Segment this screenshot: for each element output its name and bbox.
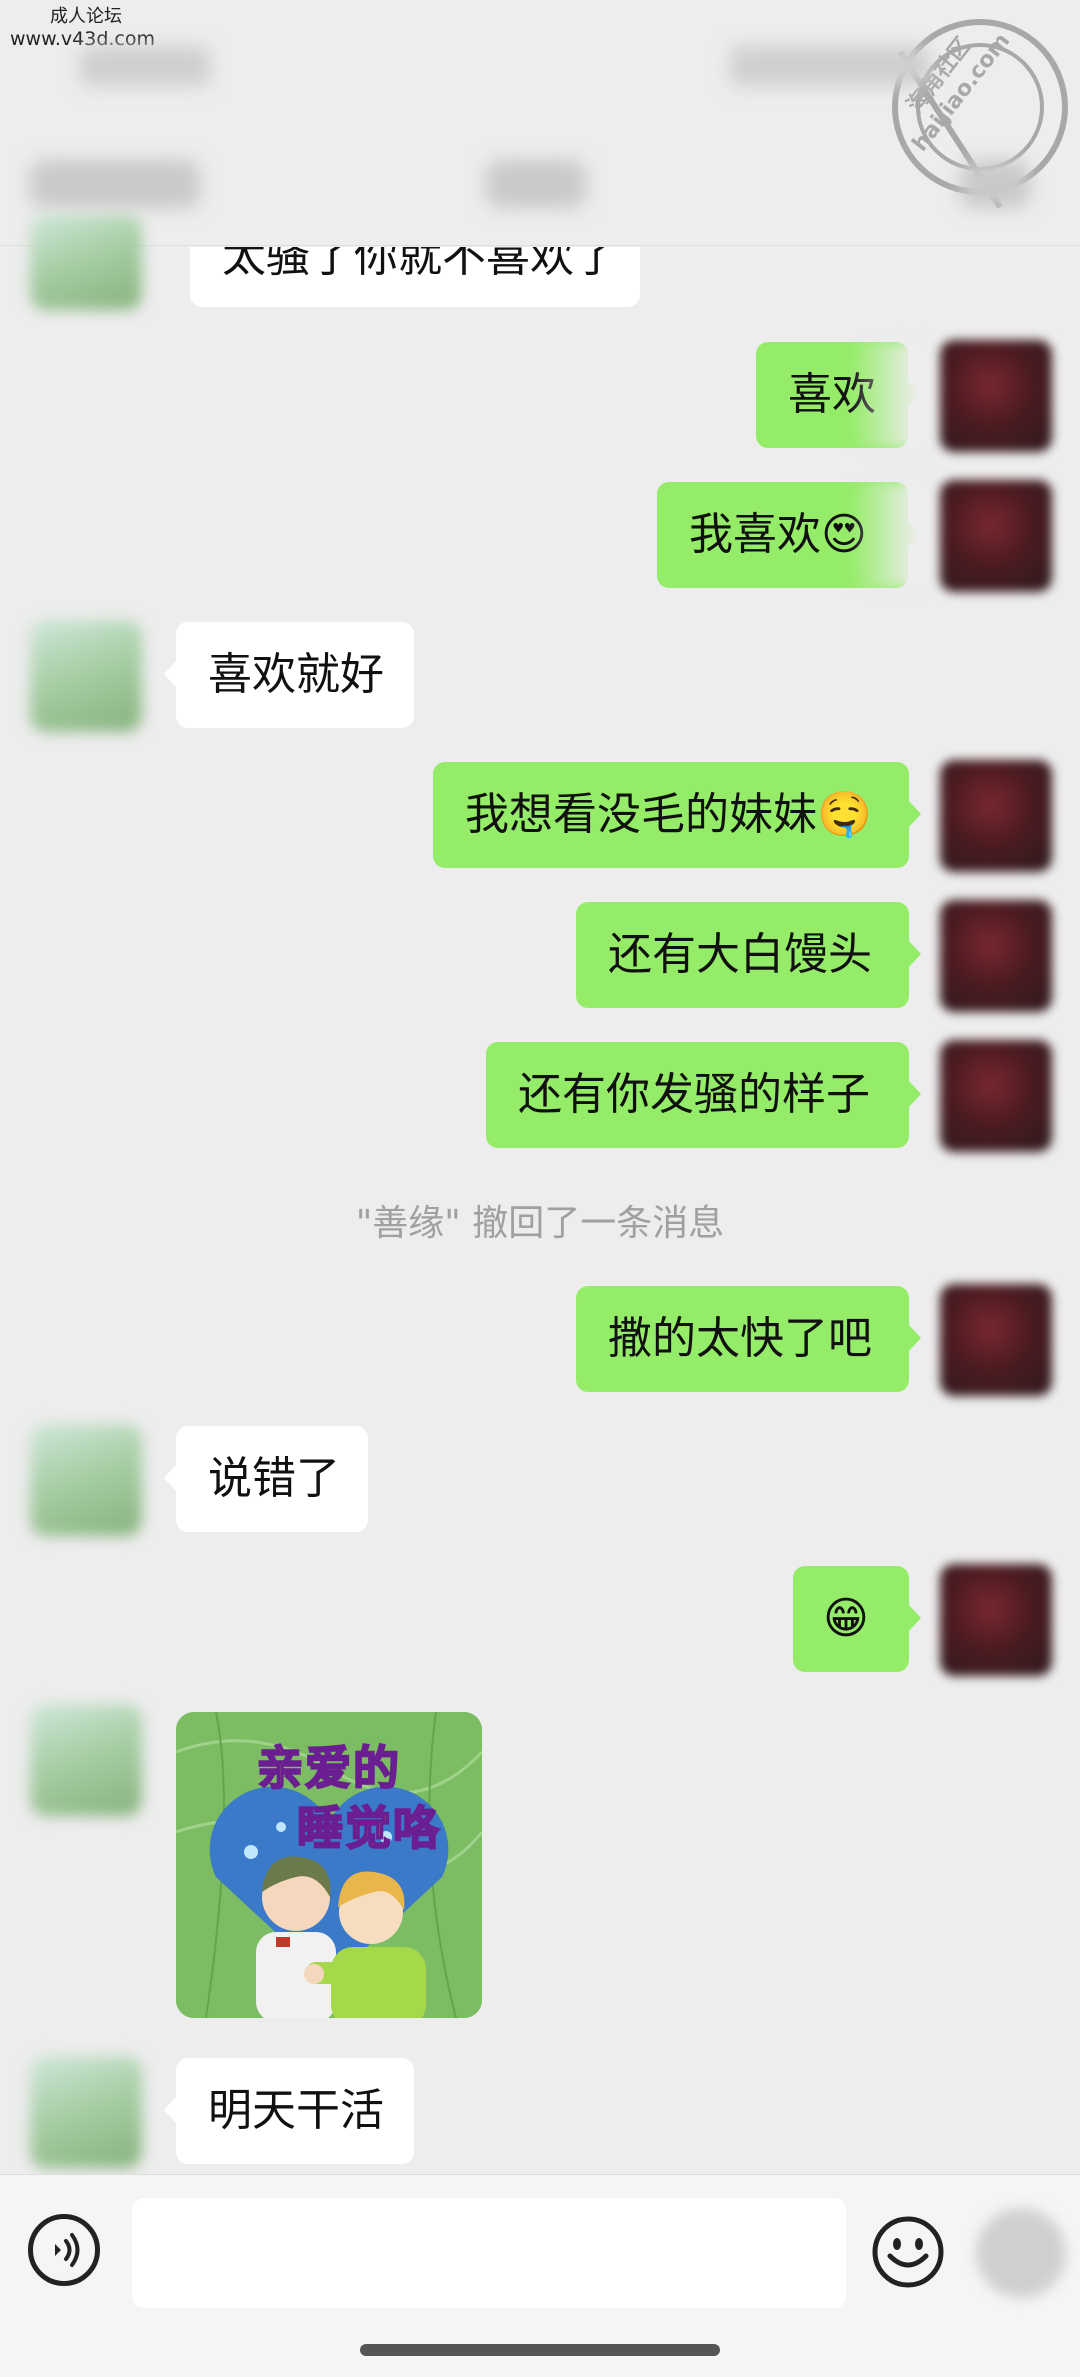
sticker-caption-2: 睡觉咯 xyxy=(296,1800,441,1856)
sticker-image[interactable]: 亲爱的 睡觉咯 xyxy=(176,1712,482,2018)
message-bubble-left[interactable]: 明天干活 xyxy=(164,2058,414,2164)
more-button[interactable] xyxy=(960,160,1030,208)
status-bar-time xyxy=(80,46,210,86)
site-watermark: 成人论坛 www.v43d.com xyxy=(10,6,155,50)
message-text: 我想看没毛的妹妹🤤 xyxy=(465,789,872,840)
message-text: 撒的太快了吧 xyxy=(608,1313,872,1364)
message-bubble-right[interactable]: 还有你发骚的样子 xyxy=(486,1042,921,1148)
message-bubble-right[interactable]: 撒的太快了吧 xyxy=(576,1286,921,1392)
status-bar-indicators xyxy=(730,46,930,86)
message-text: 还有你发骚的样子 xyxy=(518,1069,870,1120)
message-text: 太骚了你就不喜欢了 xyxy=(222,247,618,282)
message-text: 说错了 xyxy=(208,1453,340,1504)
my-avatar[interactable] xyxy=(940,1284,1052,1396)
contact-avatar[interactable] xyxy=(30,620,142,732)
message-bubble-right[interactable]: 我想看没毛的妹妹🤤 xyxy=(433,762,921,868)
my-avatar[interactable] xyxy=(940,900,1052,1012)
my-avatar[interactable] xyxy=(940,480,1052,592)
message-bubble-left[interactable]: 说错了 xyxy=(164,1426,368,1532)
message-text: 😁 xyxy=(823,1593,869,1644)
voice-icon[interactable] xyxy=(28,2214,100,2286)
message-bubble-right[interactable]: 😁 xyxy=(793,1566,921,1672)
emoji-icon[interactable] xyxy=(870,2214,946,2290)
message-text: 明天干活 xyxy=(208,2085,384,2136)
blur-overlay xyxy=(850,342,930,448)
message-text: 我喜欢😍 xyxy=(689,509,867,560)
watermark-site-name: 成人论坛 xyxy=(50,6,122,27)
message-bubble-right[interactable]: 还有大白馒头 xyxy=(576,902,921,1008)
my-avatar[interactable] xyxy=(940,1564,1052,1676)
chat-title xyxy=(486,160,586,208)
my-avatar[interactable] xyxy=(940,760,1052,872)
home-indicator[interactable] xyxy=(360,2344,720,2356)
contact-avatar[interactable] xyxy=(30,1424,142,1536)
message-text: 喜欢就好 xyxy=(208,649,384,700)
message-input[interactable] xyxy=(132,2198,846,2308)
my-avatar[interactable] xyxy=(940,1040,1052,1152)
recall-notice: "善缘" 撤回了一条消息 xyxy=(355,1203,725,1244)
message-text: 还有大白馒头 xyxy=(608,929,872,980)
back-button[interactable] xyxy=(30,160,200,208)
message-bubble-left[interactable]: 喜欢就好 xyxy=(164,622,414,728)
sticker-caption-1: 亲爱的 xyxy=(256,1740,401,1796)
contact-avatar[interactable] xyxy=(30,214,142,310)
contact-avatar[interactable] xyxy=(30,1704,142,1816)
contact-avatar[interactable] xyxy=(30,2056,142,2168)
plus-icon[interactable] xyxy=(976,2208,1066,2298)
message-bubble-left[interactable]: 太骚了你就不喜欢了 xyxy=(190,247,640,307)
my-avatar[interactable] xyxy=(940,340,1052,452)
blur-overlay xyxy=(850,482,930,588)
header-divider xyxy=(0,245,1080,246)
